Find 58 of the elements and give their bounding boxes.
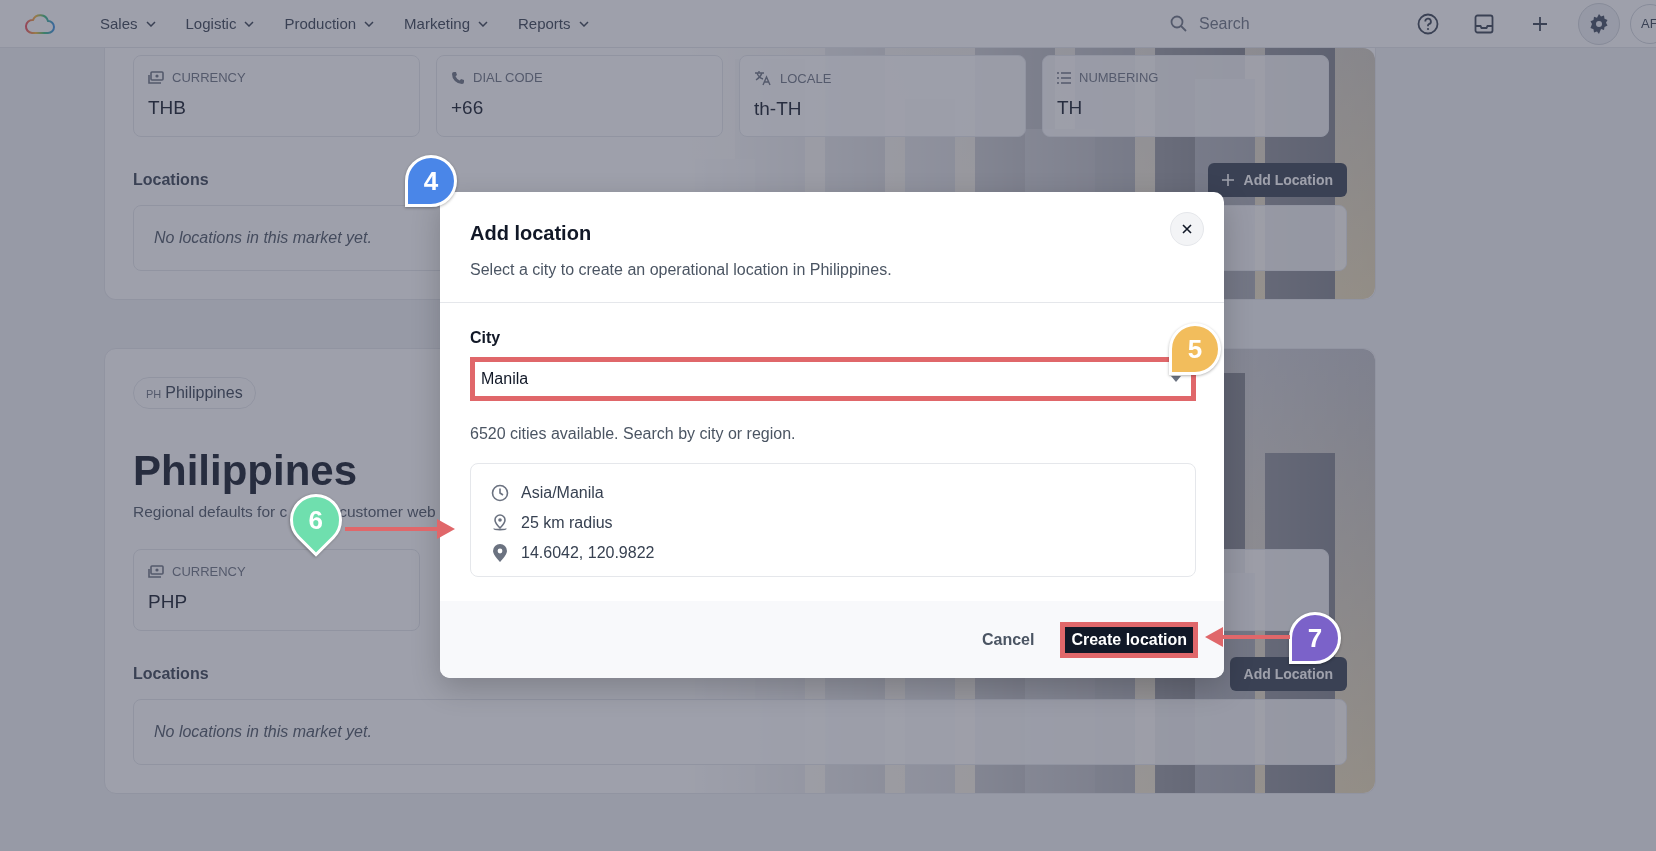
nav-menu[interactable]: Production bbox=[284, 15, 375, 32]
field-value: THB bbox=[148, 97, 187, 119]
settings-button[interactable] bbox=[1578, 2, 1620, 45]
clock-icon bbox=[491, 484, 509, 502]
chevron-down-icon bbox=[477, 20, 488, 27]
chevron-down-icon bbox=[145, 20, 156, 27]
search-field[interactable]: Search bbox=[1199, 14, 1370, 33]
chevron-down-icon bbox=[244, 20, 255, 27]
add-location-button[interactable]: Add Location bbox=[1229, 657, 1347, 691]
field-label: CURRENCY bbox=[172, 70, 246, 85]
field-value: PHP bbox=[148, 591, 189, 613]
market-title: Philippines bbox=[133, 446, 358, 496]
section-heading: Locations bbox=[133, 665, 209, 683]
banknote-icon bbox=[148, 70, 164, 85]
help-icon bbox=[1417, 12, 1439, 35]
field-value: th-TH bbox=[754, 98, 803, 120]
settings-icon bbox=[1589, 13, 1609, 34]
field-value: TH bbox=[1057, 97, 1084, 119]
logo-icon[interactable] bbox=[24, 12, 56, 35]
chevron-down-icon bbox=[364, 20, 375, 27]
nav-menu[interactable]: Sales bbox=[100, 15, 156, 32]
field-label: DIAL CODE bbox=[473, 70, 543, 85]
list-icon bbox=[1057, 71, 1071, 84]
dialog-title: Add location bbox=[470, 222, 592, 245]
nav-menu[interactable]: Logistic bbox=[185, 15, 255, 32]
empty-message: No locations in this market yet. bbox=[154, 229, 372, 247]
map-pin-icon bbox=[493, 544, 507, 562]
close-icon bbox=[1182, 224, 1192, 234]
chevron-down-icon bbox=[578, 20, 589, 27]
cancel-button[interactable]: Cancel bbox=[975, 629, 1041, 650]
inbox-icon bbox=[1474, 13, 1494, 34]
search-icon bbox=[1170, 15, 1187, 32]
plus-icon bbox=[1532, 15, 1548, 32]
translate-icon bbox=[754, 70, 772, 86]
create-location-button[interactable]: Create location bbox=[1065, 626, 1193, 653]
plus-icon bbox=[1221, 174, 1234, 186]
section-heading: Locations bbox=[133, 171, 209, 189]
location-pin-icon bbox=[492, 514, 508, 532]
market-badge: PH Philippines bbox=[133, 377, 256, 409]
detail-text: 25 km radius bbox=[521, 514, 613, 532]
banknote-icon bbox=[148, 564, 164, 579]
nav-menu[interactable]: Marketing bbox=[404, 15, 488, 32]
market-description: Regional defaults for c bbox=[133, 503, 288, 521]
nav-menu[interactable]: Reports bbox=[517, 15, 589, 32]
add-location-button[interactable]: Add Location bbox=[1207, 163, 1347, 197]
phone-icon bbox=[451, 70, 465, 85]
detail-text: Asia/Manila bbox=[521, 484, 604, 502]
close-button[interactable] bbox=[1170, 212, 1204, 246]
empty-message: No locations in this market yet. bbox=[154, 723, 372, 741]
field-value: +66 bbox=[451, 97, 485, 119]
market-description: customer web bbox=[339, 503, 436, 521]
detail-text: 14.6042, 120.9822 bbox=[521, 544, 655, 562]
dialog-subtitle: Select a city to create an operational location in Philippines. bbox=[470, 261, 893, 279]
help-text: 6520 cities available. Search by city or region. bbox=[470, 425, 797, 443]
field-label: LOCALE bbox=[780, 70, 832, 86]
field-label: City bbox=[470, 329, 502, 347]
field-label: CURRENCY bbox=[172, 564, 246, 579]
field-label: NUMBERING bbox=[1079, 70, 1159, 85]
